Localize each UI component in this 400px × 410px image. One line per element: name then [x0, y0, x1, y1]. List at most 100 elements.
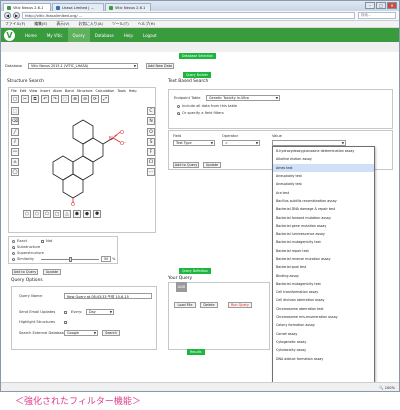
email-updates-checkbox[interactable] — [64, 311, 67, 314]
operator-select[interactable]: = ▼ — [222, 140, 260, 146]
menu-help[interactable]: ヘルプ(H) — [138, 21, 155, 27]
rotate-icon[interactable]: ⟳ — [91, 95, 99, 103]
dropdown-option[interactable]: Bacterial spot test — [273, 263, 374, 271]
dropdown-option[interactable]: Comet assay — [273, 330, 374, 338]
nitrogen-icon[interactable]: N — [147, 117, 155, 125]
editor-menu-insert[interactable]: Insert — [40, 89, 50, 93]
query-name-input[interactable]: New Query at 08:43:33 午前 10-6-15 — [64, 293, 152, 299]
dropdown-option[interactable]: Bacterial repair test — [273, 247, 374, 255]
text-update-button[interactable]: Update — [203, 162, 221, 168]
dropdown-option[interactable]: Aneuploidy test — [273, 172, 374, 180]
dropdown-option[interactable]: Bacterial reverse mutation assay — [273, 255, 374, 263]
dropdown-option[interactable]: Cytotoxicity assay — [273, 346, 374, 354]
new-icon[interactable]: ▢ — [11, 95, 19, 103]
dropdown-option[interactable]: Bacterial gene mutation assay — [273, 222, 374, 230]
dropdown-option[interactable]: Chromosome mis-enumeration assay — [273, 313, 374, 321]
editor-menu-help[interactable]: Help — [129, 89, 137, 93]
nav-database[interactable]: Database — [90, 28, 119, 42]
browser-search-input[interactable]: 検索... — [358, 12, 396, 19]
close-window-button[interactable]: ✕ — [387, 2, 397, 9]
run-query-button[interactable]: Run Query — [228, 302, 252, 308]
add-new-data-button[interactable]: Add New Data — [146, 63, 174, 69]
chlorine-icon[interactable]: Cl — [147, 158, 155, 166]
and-block[interactable]: AND — [176, 282, 187, 292]
oxygen-icon[interactable]: O — [147, 128, 155, 136]
carbon-icon[interactable]: C — [147, 107, 155, 115]
chain-icon[interactable]: 〰 — [11, 148, 19, 156]
radio-specify-filters[interactable] — [177, 112, 180, 115]
zoom-in-icon[interactable]: ⊕ — [71, 95, 79, 103]
delete-button[interactable]: Delete — [200, 302, 218, 308]
dropdown-option[interactable]: Aneuploidy test — [273, 180, 374, 188]
cycloheptane-template-icon[interactable]: ⬣ — [83, 210, 91, 218]
menu-tools[interactable]: ツール(T) — [112, 21, 129, 27]
dropdown-option[interactable]: Cell division aberration assay — [273, 296, 374, 304]
dropdown-option[interactable]: Colony formation assay — [273, 321, 374, 329]
field-select[interactable]: Test Type ▼ — [173, 140, 215, 146]
cyclohexane-template-icon[interactable]: ⬡ — [33, 210, 41, 218]
dropdown-option[interactable]: Bacterial DNA damage & repair test — [273, 205, 374, 213]
double-bond-icon[interactable]: ⫽ — [11, 138, 19, 146]
browser-tab-lhasa[interactable]: Lhasa Limited | ... — [52, 3, 104, 11]
nav-my-vitic[interactable]: My Vitic — [42, 28, 68, 42]
molecule-canvas[interactable]: N + O O⁻ O — [23, 106, 143, 206]
dropdown-option[interactable]: DNA adduct formation assay — [273, 354, 374, 362]
erase-icon[interactable]: ⌫ — [11, 117, 19, 125]
radio-similarity[interactable] — [12, 258, 15, 261]
editor-menu-tools[interactable]: Tools — [117, 89, 125, 93]
dropdown-option[interactable]: Bacillus subtilis recombination assay — [273, 197, 374, 205]
dropdown-option[interactable]: Bacterial forward mutation assay — [273, 213, 374, 221]
redo-icon[interactable]: ↷ — [51, 95, 59, 103]
clean-icon[interactable]: ◌ — [61, 95, 69, 103]
select-icon[interactable]: ⬚ — [11, 107, 19, 115]
editor-menu-file[interactable]: File — [11, 89, 17, 93]
fluorine-icon[interactable]: F — [147, 148, 155, 156]
naphthalene-template-icon[interactable]: ⬢ — [73, 210, 81, 218]
structure-add-to-query-button[interactable]: Add to Query — [12, 269, 38, 275]
editor-menu-structure[interactable]: Structure — [77, 89, 93, 93]
text-add-to-query-button[interactable]: Add to Query — [173, 162, 199, 168]
dropdown-option[interactable]: Ara test — [273, 188, 374, 196]
radio-substructure[interactable] — [12, 246, 15, 249]
editor-menu-calculation[interactable]: Calculation — [96, 89, 115, 93]
menu-view[interactable]: 表示(V) — [56, 21, 69, 27]
editor-menu-view[interactable]: View — [29, 89, 37, 93]
url-input[interactable]: http://vitic.lhasalimited.org/ ... — [22, 12, 355, 19]
similarity-slider-handle[interactable] — [69, 257, 72, 262]
similarity-value-input[interactable]: 50 — [101, 256, 111, 262]
dropdown-option[interactable]: Binding assay — [273, 271, 374, 279]
database-select[interactable]: Vitic Nexus 2015.1 (VITIC_LHASA) ▼ — [28, 63, 138, 69]
radio-exact[interactable] — [12, 240, 15, 243]
back-button[interactable]: ◀ — [4, 12, 11, 19]
single-bond-icon[interactable]: ╱ — [11, 128, 19, 136]
cyclobutane-template-icon[interactable]: □ — [53, 210, 61, 218]
dropdown-option[interactable]: Ames test — [273, 163, 374, 172]
periodic-table-icon[interactable]: ⋯ — [147, 168, 155, 176]
menu-file[interactable]: ファイル(F) — [5, 21, 25, 27]
editor-menu-atom[interactable]: Atom — [53, 89, 62, 93]
every-select[interactable]: Day ▼ — [86, 309, 114, 315]
nav-logout[interactable]: Logout — [138, 28, 162, 42]
maximize-button[interactable]: □ — [376, 2, 386, 9]
dropdown-option[interactable]: Bacterial luminescence assay — [273, 230, 374, 238]
cut-icon[interactable]: ✂ — [21, 95, 29, 103]
editor-menu-edit[interactable]: Edit — [20, 89, 27, 93]
dropdown-option[interactable]: Cell transformation assay — [273, 288, 374, 296]
nav-home[interactable]: Home — [20, 28, 42, 42]
sulfur-icon[interactable]: S — [147, 138, 155, 146]
nav-help[interactable]: Help — [119, 28, 138, 42]
nav-query[interactable]: Query — [67, 28, 90, 42]
structure-update-button[interactable]: Update — [43, 269, 61, 275]
browser-tab-vitic-2[interactable]: Vitic Nexus 2.6.1 — [105, 3, 151, 11]
load-file-button[interactable]: Load File — [174, 302, 196, 308]
benzene-template-icon[interactable]: ⬡ — [23, 210, 31, 218]
external-search-button[interactable]: Search — [102, 330, 120, 336]
radio-superstructure[interactable] — [12, 252, 15, 255]
fit-icon[interactable]: ⤢ — [101, 95, 109, 103]
ring-icon[interactable]: ◯ — [11, 168, 19, 176]
editor-menu-bond[interactable]: Bond — [65, 89, 74, 93]
vitic-logo[interactable]: V — [4, 29, 15, 41]
zoom-level[interactable]: 🔍 100% — [379, 386, 395, 390]
menu-favorites[interactable]: お気に入り(A) — [78, 21, 103, 27]
browser-tab-vitic[interactable]: Vitic Nexus 2.6.1 — [3, 3, 51, 11]
